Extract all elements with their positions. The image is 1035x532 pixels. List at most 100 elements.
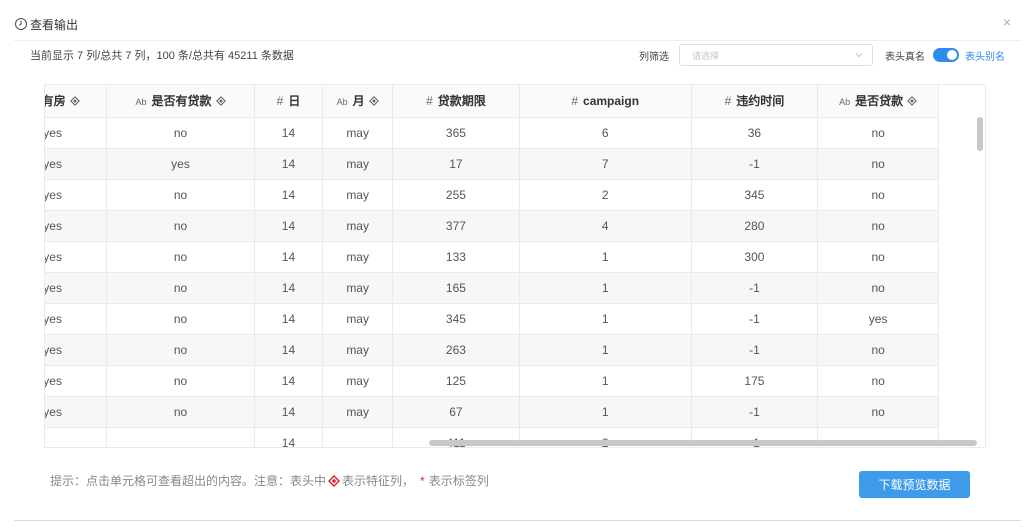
horizontal-scrollbar[interactable] xyxy=(45,439,985,447)
table-cell[interactable]: may xyxy=(322,241,394,273)
table-cell[interactable]: yes xyxy=(45,210,108,242)
table-cell[interactable]: no xyxy=(106,272,255,304)
table-cell[interactable]: no xyxy=(817,179,939,211)
table-cell[interactable]: 14 xyxy=(254,272,324,304)
table-cell[interactable]: 14 xyxy=(254,210,324,242)
table-cell[interactable]: 1 xyxy=(519,272,692,304)
table-cell[interactable]: yes xyxy=(45,272,108,304)
table-cell[interactable]: yes xyxy=(45,179,108,211)
table-cell[interactable]: yes xyxy=(45,241,108,273)
table-cell[interactable]: 345 xyxy=(691,179,819,211)
download-preview-button[interactable]: 下载预览数据 xyxy=(859,471,970,498)
table-body: yes no 14 may 365 6 36 no yes yes 14 may 17 7 -1 no yes n… xyxy=(45,117,939,447)
column-header[interactable]: Ab有房 xyxy=(45,85,108,118)
table-cell[interactable]: 365 xyxy=(392,117,520,149)
table-cell[interactable]: no xyxy=(817,210,939,242)
table-cell[interactable]: 36 xyxy=(691,117,819,149)
table-cell[interactable]: no xyxy=(106,210,255,242)
table-cell[interactable]: 300 xyxy=(691,241,819,273)
table-cell[interactable]: yes xyxy=(45,334,108,366)
table-cell[interactable]: yes xyxy=(45,117,108,149)
table-cell[interactable]: 1 xyxy=(519,334,692,366)
table-cell[interactable]: may xyxy=(322,303,394,335)
table-cell[interactable]: yes xyxy=(45,303,108,335)
table-cell[interactable]: 17 xyxy=(392,148,520,180)
table-cell[interactable]: 263 xyxy=(392,334,520,366)
table-cell[interactable]: may xyxy=(322,365,394,397)
table-cell[interactable]: 133 xyxy=(392,241,520,273)
table-cell[interactable]: no xyxy=(106,334,255,366)
table-cell[interactable]: no xyxy=(817,365,939,397)
table-cell[interactable]: 14 xyxy=(254,303,324,335)
table-cell[interactable]: 1 xyxy=(519,365,692,397)
table-cell[interactable]: yes xyxy=(106,148,255,180)
table-cell[interactable]: 377 xyxy=(392,210,520,242)
column-header[interactable]: Ab 月 xyxy=(322,85,394,118)
table-cell[interactable]: no xyxy=(106,117,255,149)
text-type-icon: Ab xyxy=(839,97,851,108)
table-cell[interactable]: 4 xyxy=(519,210,692,242)
table-cell[interactable]: 1 xyxy=(519,396,692,428)
title-divider xyxy=(14,40,1021,41)
table-cell[interactable]: 14 xyxy=(254,148,324,180)
table-cell[interactable]: may xyxy=(322,148,394,180)
table-cell[interactable]: 14 xyxy=(254,334,324,366)
table-cell[interactable]: 175 xyxy=(691,365,819,397)
table-cell[interactable]: no xyxy=(817,148,939,180)
table-cell[interactable]: 14 xyxy=(254,241,324,273)
column-header[interactable]: # 贷款期限 xyxy=(392,85,520,118)
table-cell[interactable]: yes xyxy=(45,365,108,397)
table-cell[interactable]: no xyxy=(817,117,939,149)
column-header[interactable]: # 违约时间 xyxy=(691,85,819,118)
table-cell[interactable]: no xyxy=(106,241,255,273)
column-header[interactable]: Ab 是否有贷款 xyxy=(106,85,255,118)
table-cell[interactable]: no xyxy=(817,272,939,304)
vertical-scrollbar[interactable] xyxy=(975,85,985,447)
table-cell[interactable]: 165 xyxy=(392,272,520,304)
table-cell[interactable]: 1 xyxy=(519,241,692,273)
column-header[interactable]: Ab 是否贷款 xyxy=(817,85,939,118)
table-cell[interactable]: no xyxy=(106,365,255,397)
table-cell[interactable]: may xyxy=(322,334,394,366)
horizontal-scroll-thumb[interactable] xyxy=(429,440,977,446)
table-cell[interactable]: 14 xyxy=(254,117,324,149)
table-cell[interactable]: 14 xyxy=(254,365,324,397)
label-column-star: * xyxy=(420,473,425,488)
table-cell[interactable]: 67 xyxy=(392,396,520,428)
table-cell[interactable]: yes xyxy=(45,396,108,428)
table-cell[interactable]: yes xyxy=(45,148,108,180)
close-icon[interactable]: × xyxy=(999,14,1015,30)
table-cell[interactable]: may xyxy=(322,117,394,149)
table-cell[interactable]: -1 xyxy=(691,334,819,366)
table-cell[interactable]: 345 xyxy=(392,303,520,335)
table-cell[interactable]: no xyxy=(817,396,939,428)
table-cell[interactable]: -1 xyxy=(691,396,819,428)
column-header[interactable]: # 日 xyxy=(254,85,324,118)
column-filter-select[interactable]: 请选择 xyxy=(679,44,873,66)
table-cell[interactable]: yes xyxy=(817,303,939,335)
table-cell[interactable]: may xyxy=(322,396,394,428)
table-cell[interactable]: no xyxy=(817,334,939,366)
table-cell[interactable]: 14 xyxy=(254,396,324,428)
table-cell[interactable]: -1 xyxy=(691,272,819,304)
column-header[interactable]: # campaign xyxy=(519,85,692,118)
table-cell[interactable]: may xyxy=(322,179,394,211)
table-cell[interactable]: 280 xyxy=(691,210,819,242)
table-cell[interactable]: 2 xyxy=(519,179,692,211)
table-cell[interactable]: 1 xyxy=(519,303,692,335)
table-cell[interactable]: 255 xyxy=(392,179,520,211)
table-cell[interactable]: 6 xyxy=(519,117,692,149)
header-name-toggle[interactable] xyxy=(933,48,959,62)
table-cell[interactable]: 125 xyxy=(392,365,520,397)
table-cell[interactable]: 14 xyxy=(254,179,324,211)
table-cell[interactable]: may xyxy=(322,272,394,304)
table-cell[interactable]: -1 xyxy=(691,148,819,180)
table-cell[interactable]: 7 xyxy=(519,148,692,180)
table-cell[interactable]: no xyxy=(106,179,255,211)
vertical-scroll-thumb[interactable] xyxy=(977,117,983,151)
table-cell[interactable]: no xyxy=(106,303,255,335)
table-cell[interactable]: no xyxy=(106,396,255,428)
table-cell[interactable]: -1 xyxy=(691,303,819,335)
table-cell[interactable]: no xyxy=(817,241,939,273)
table-cell[interactable]: may xyxy=(322,210,394,242)
